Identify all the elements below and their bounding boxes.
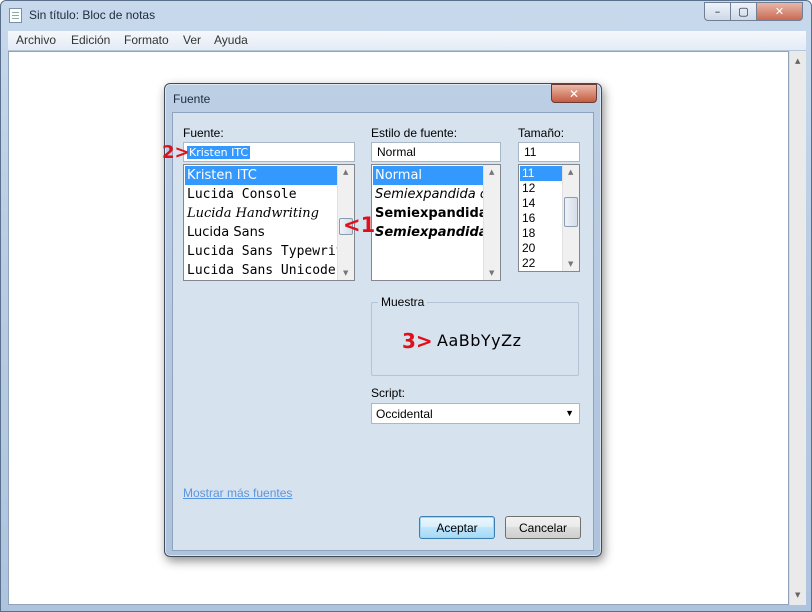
menu-ayuda[interactable]: Ayuda (214, 33, 248, 47)
notepad-icon (9, 8, 22, 23)
script-select[interactable]: Occidental ▼ (371, 403, 580, 424)
window-title: Sin título: Bloc de notas (29, 8, 156, 22)
font-size-item[interactable]: 16 (520, 211, 562, 226)
scroll-up-icon[interactable]: ▲ (343, 168, 348, 176)
dialog-title: Fuente (173, 92, 211, 106)
font-name-input[interactable]: Kristen ITC (183, 142, 355, 162)
maximize-button[interactable]: ▢ (730, 2, 757, 21)
font-style-item[interactable]: Normal (373, 166, 483, 185)
font-size-label: Tamaño: (518, 126, 565, 140)
font-list-item[interactable]: Kristen ITC (185, 166, 337, 185)
menu-archivo[interactable]: Archivo (16, 33, 56, 47)
annotation-marker-1: <1 (343, 213, 376, 237)
sample-legend: Muestra (378, 295, 428, 309)
annotation-marker-2: 2> (162, 142, 190, 163)
font-size-list[interactable]: 11 12 14 16 18 20 22 ▲ ▼ (518, 164, 580, 272)
font-size-item[interactable]: 11 (520, 166, 562, 181)
font-style-list[interactable]: Normal Semiexpandida cursiva Semiexpandi… (371, 164, 501, 281)
scroll-up-icon[interactable]: ▲ (568, 168, 573, 176)
font-style-item[interactable]: Semiexpandida negrita cursiva (373, 223, 483, 242)
font-list-item[interactable]: Lucida Console (185, 185, 337, 204)
minimize-button[interactable]: – (704, 2, 731, 21)
show-more-fonts-link[interactable]: Mostrar más fuentes (183, 486, 292, 500)
cancel-button[interactable]: Cancelar (505, 516, 581, 539)
font-style-input[interactable]: Normal (371, 142, 501, 162)
scroll-down-icon[interactable]: ▼ (568, 260, 573, 268)
font-style-item[interactable]: Semiexpandida cursiva (373, 185, 483, 204)
scroll-down-icon[interactable]: ▼ (489, 269, 494, 277)
font-style-label: Estilo de fuente: (371, 126, 458, 140)
font-size-list-scrollbar[interactable]: ▲ ▼ (562, 165, 579, 271)
font-size-item[interactable]: 18 (520, 226, 562, 241)
font-list-item[interactable]: Lucida Handwriting (185, 204, 337, 223)
scroll-down-icon[interactable]: ▼ (795, 591, 800, 599)
font-list[interactable]: Kristen ITC Lucida Console Lucida Handwr… (183, 164, 355, 281)
chevron-down-icon: ▼ (565, 408, 574, 418)
font-list-item[interactable]: Lucida Sans Unicode (185, 261, 337, 280)
font-size-input[interactable]: 11 (518, 142, 580, 162)
font-size-item[interactable]: 14 (520, 196, 562, 211)
scroll-thumb[interactable] (564, 197, 578, 227)
scroll-up-icon[interactable]: ▲ (795, 57, 800, 65)
sample-text: AaBbYyZz (437, 331, 522, 350)
menu-formato[interactable]: Formato (124, 33, 169, 47)
editor-vertical-scrollbar[interactable]: ▲ ▼ (789, 51, 806, 605)
menu-ver[interactable]: Ver (183, 33, 201, 47)
font-name-input-value: Kristen ITC (187, 146, 251, 159)
dialog-close-button[interactable]: ✕ (551, 84, 597, 103)
script-select-value: Occidental (376, 407, 433, 421)
script-label: Script: (371, 386, 406, 400)
accept-button[interactable]: Aceptar (419, 516, 495, 539)
close-icon: ✕ (568, 86, 580, 101)
font-size-item[interactable]: 22 (520, 256, 562, 271)
font-style-item[interactable]: Semiexpandida negrita (373, 204, 483, 223)
menu-edicion[interactable]: Edición (71, 33, 110, 47)
scroll-up-icon[interactable]: ▲ (489, 168, 494, 176)
annotation-marker-3: 3> (402, 329, 433, 353)
scroll-down-icon[interactable]: ▼ (343, 269, 348, 277)
font-list-item[interactable]: Lucida Sans (185, 223, 337, 242)
maximize-icon: ▢ (738, 5, 749, 18)
menu-bar: Archivo Edición Formato Ver Ayuda (8, 31, 806, 51)
minimize-icon: – (714, 5, 721, 18)
font-size-item[interactable]: 12 (520, 181, 562, 196)
font-list-item[interactable]: Lucida Sans Typewriter (185, 242, 337, 261)
close-button[interactable]: ✕ (756, 2, 803, 21)
font-size-item[interactable]: 20 (520, 241, 562, 256)
font-label: Fuente: (183, 126, 224, 140)
title-bar[interactable]: Sin título: Bloc de notas – ▢ ✕ (1, 1, 811, 31)
close-icon: ✕ (774, 5, 785, 18)
font-style-list-scrollbar[interactable]: ▲ ▼ (483, 165, 500, 280)
